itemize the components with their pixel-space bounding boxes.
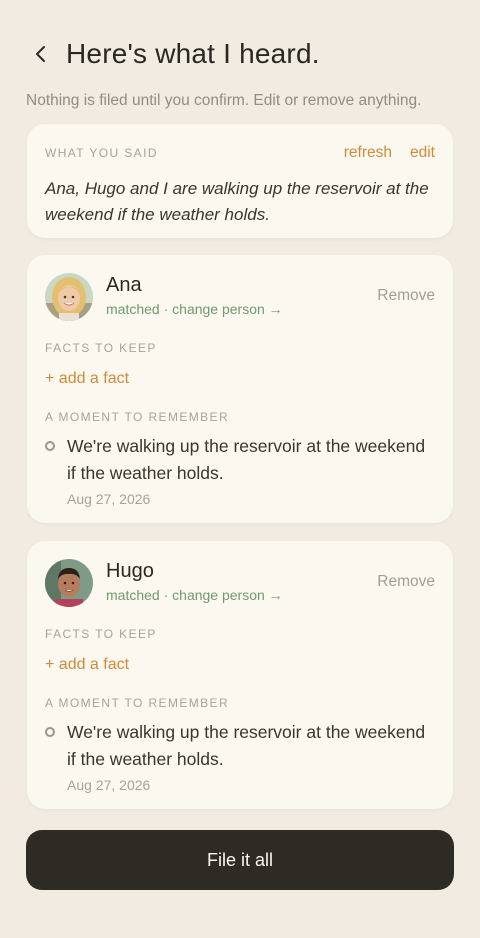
edit-link[interactable]: edit — [410, 144, 435, 162]
moment-label: A MOMENT TO REMEMBER — [45, 410, 230, 424]
person-card-hugo: Hugo matched · change person → Remove FA… — [27, 541, 453, 809]
person-name: Ana — [106, 274, 142, 296]
back-button[interactable] — [34, 34, 66, 74]
moment-item: We're walking up the reservoir at the we… — [45, 433, 435, 507]
moment-label: A MOMENT TO REMEMBER — [45, 696, 230, 710]
person-header: Ana matched · change person → Remove — [45, 273, 435, 321]
change-person-link[interactable]: change person → — [172, 301, 283, 317]
add-fact-button[interactable]: + add a fact — [45, 370, 129, 388]
moment-date: Aug 27, 2026 — [67, 777, 151, 793]
page-subtitle: Nothing is filed until you confirm. Edit… — [26, 92, 422, 109]
avatar-ana-image — [45, 273, 93, 321]
moment-item: We're walking up the reservoir at the we… — [45, 719, 435, 793]
match-status: matched · change person → — [106, 587, 283, 603]
person-info: Ana matched · change person → — [106, 274, 283, 317]
moment-radio[interactable] — [45, 441, 55, 451]
moment-radio[interactable] — [45, 727, 55, 737]
avatar-hugo-image — [45, 559, 93, 607]
add-fact-button[interactable]: + add a fact — [45, 656, 129, 674]
avatar — [45, 559, 93, 607]
file-it-all-button[interactable]: File it all — [26, 830, 454, 890]
person-info: Hugo matched · change person → — [106, 560, 283, 603]
facts-label: FACTS TO KEEP — [45, 341, 157, 355]
header: Here's what I heard. Nothing is filed un… — [26, 34, 454, 110]
status-separator: · — [159, 301, 173, 317]
said-quote: Ana, Hugo and I are walking up the reser… — [45, 179, 429, 224]
change-person-link[interactable]: change person → — [172, 587, 283, 603]
moment-text: We're walking up the reservoir at the we… — [67, 722, 426, 769]
match-status: matched · change person → — [106, 301, 283, 317]
remove-person-button[interactable]: Remove — [377, 287, 435, 305]
matched-label: matched — [106, 301, 160, 317]
said-actions: refresh edit — [344, 144, 435, 162]
status-separator: · — [159, 587, 173, 603]
what-you-said-card: WHAT YOU SAID refresh edit Ana, Hugo and… — [27, 124, 453, 238]
person-name: Hugo — [106, 560, 154, 582]
chevron-left-icon — [36, 46, 45, 62]
moment-text: We're walking up the reservoir at the we… — [67, 436, 426, 483]
said-label: WHAT YOU SAID — [45, 146, 158, 160]
said-header: WHAT YOU SAID refresh edit — [45, 144, 435, 162]
title-row: Here's what I heard. — [26, 34, 454, 74]
facts-label: FACTS TO KEEP — [45, 627, 157, 641]
matched-label: matched — [106, 587, 160, 603]
moment-body: We're walking up the reservoir at the we… — [67, 433, 435, 507]
moment-body: We're walking up the reservoir at the we… — [67, 719, 435, 793]
person-card-ana: Ana matched · change person → Remove FAC… — [27, 255, 453, 523]
moment-date: Aug 27, 2026 — [67, 491, 151, 507]
avatar — [45, 273, 93, 321]
page-title: Here's what I heard. — [66, 38, 320, 69]
person-header: Hugo matched · change person → Remove — [45, 559, 435, 607]
remove-person-button[interactable]: Remove — [377, 573, 435, 591]
refresh-link[interactable]: refresh — [344, 144, 392, 162]
